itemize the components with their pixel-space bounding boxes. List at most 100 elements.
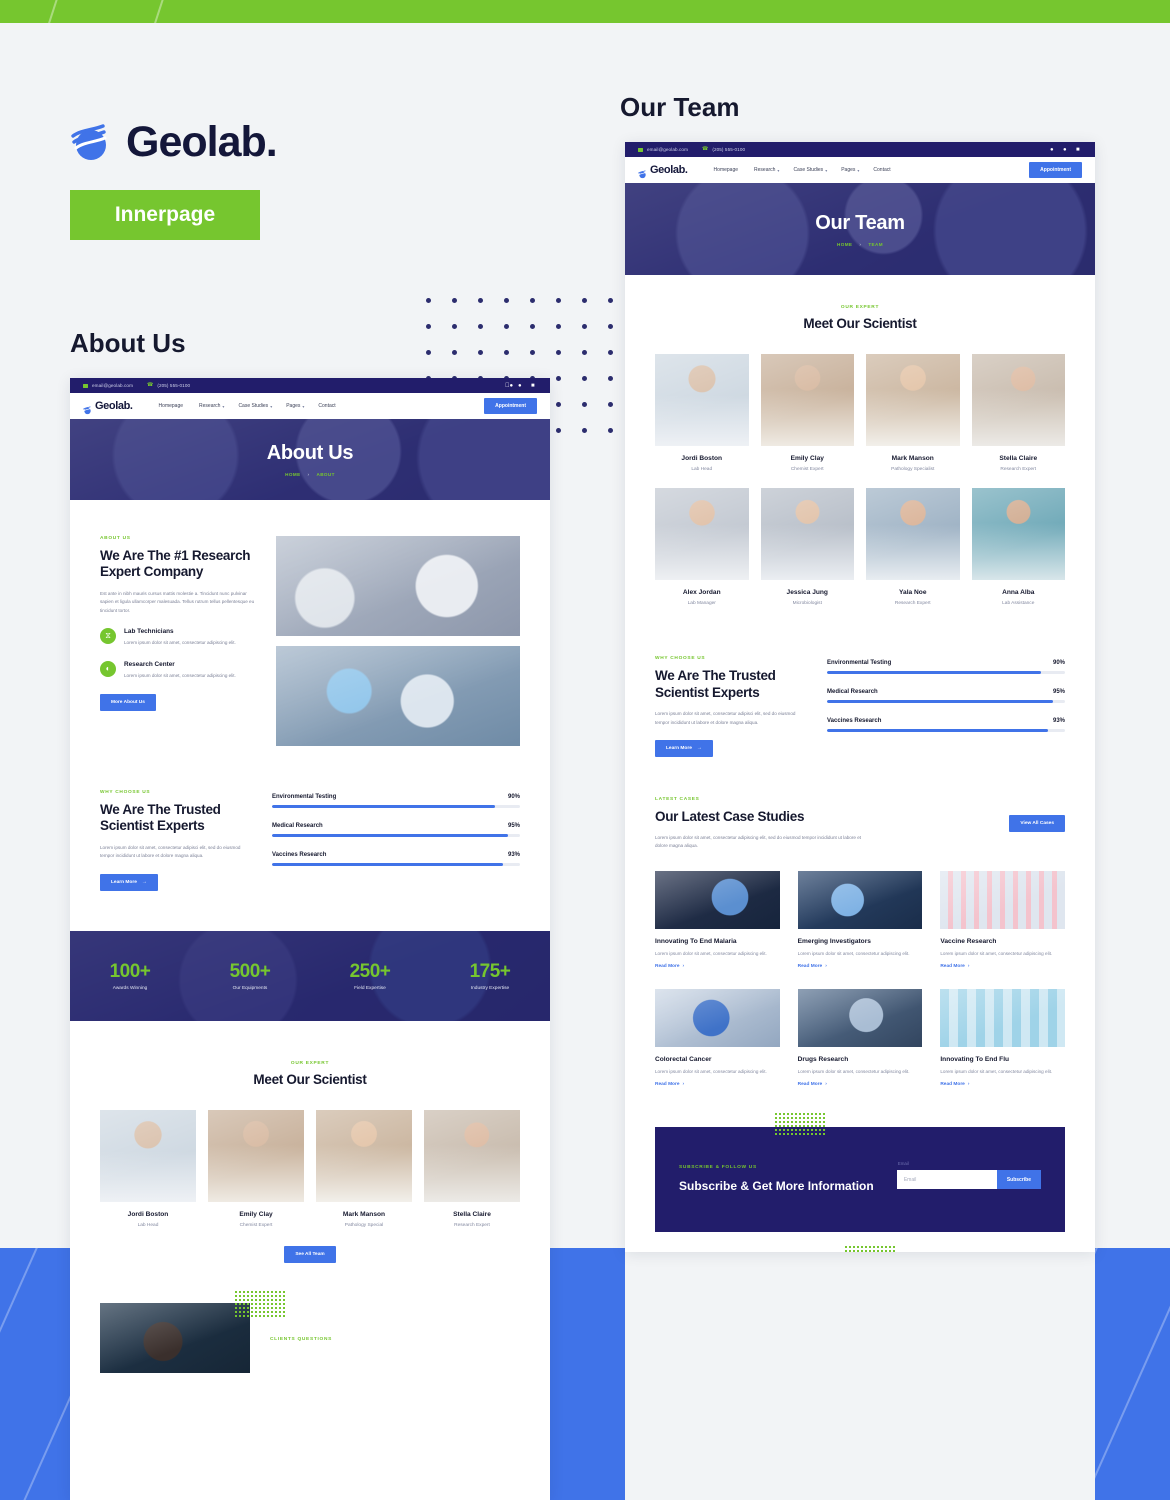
skill-value: 93%	[507, 852, 520, 858]
brand-logo-block: Geolab.	[70, 118, 278, 167]
skill-track	[272, 805, 520, 808]
see-all-team-button[interactable]: See All Team	[284, 1246, 336, 1264]
skill-fill	[272, 805, 496, 808]
read-more-link[interactable]: Read More ›	[655, 964, 780, 969]
nav-link-contact[interactable]: Contact	[873, 167, 892, 173]
counter-item: 100+ Awards Winning	[109, 960, 151, 991]
breadcrumb-separator: ›	[859, 241, 862, 247]
breadcrumb-home[interactable]: HOME	[837, 242, 852, 247]
avatar	[424, 1110, 520, 1203]
arrow-right-icon: →	[141, 879, 147, 885]
nav-link-homepage[interactable]: Homepage	[159, 403, 185, 409]
team-member-card[interactable]: Mark Manson Pathology Special	[316, 1110, 412, 1228]
breadcrumb: HOME › ABOUT	[285, 472, 335, 477]
topbar-phone[interactable]: ☎ (205) 555-0100	[147, 383, 190, 389]
facebook-icon[interactable]: ●	[1050, 147, 1056, 153]
appointment-button[interactable]: Appointment	[1029, 162, 1082, 178]
twitter-icon[interactable]: ●	[518, 383, 524, 389]
about-hero-title: About Us	[266, 442, 354, 464]
read-more-link[interactable]: Read More ›	[940, 964, 1065, 969]
skill-track	[827, 729, 1065, 733]
learn-more-button[interactable]: Learn More →	[655, 740, 713, 758]
skills-eyebrow: WHY CHOOSE US	[655, 656, 706, 662]
avatar	[760, 354, 854, 447]
nav-link-pages[interactable]: Pages ▾	[841, 167, 859, 173]
avatar	[760, 488, 854, 581]
team-member-card[interactable]: Stella Claire Research Expert	[971, 354, 1065, 472]
facebook-icon[interactable]: ●	[505, 383, 513, 389]
subscribe-section: SUBSCRIBE & FOLLOW US Subscribe & Get Mo…	[655, 1113, 1065, 1252]
twitter-icon[interactable]: ●	[1063, 147, 1069, 153]
skills-bar-chart: Environmental Testing 90% Medical Resear…	[272, 790, 520, 891]
view-all-cases-button[interactable]: View All Cases	[1009, 815, 1065, 833]
team-member-card[interactable]: Anna Alba Lab Assistance	[971, 488, 1065, 606]
nav-link-case-studies[interactable]: Case Studies ▾	[793, 167, 827, 173]
nav-link-research[interactable]: Research ▾	[754, 167, 779, 173]
nav-link-case-studies[interactable]: Case Studies ▾	[238, 403, 272, 409]
case-card[interactable]: Emerging Investigators Lorem ipsum dolor …	[797, 870, 923, 969]
topbar-email[interactable]: email@geolab.com	[638, 147, 688, 152]
case-card[interactable]: Drugs Research Lorem ipsum dolor sit amet…	[797, 989, 923, 1087]
more-about-us-button[interactable]: More About Us	[100, 694, 156, 712]
skill-row: Vaccines Research 93%	[272, 852, 520, 866]
about-image-lab-2	[276, 646, 520, 746]
about-team-header: OUR EXPERT Meet Our Scientist	[100, 1061, 520, 1088]
nav-link-contact[interactable]: Contact	[318, 403, 337, 409]
nav-link-pages[interactable]: Pages ▾	[286, 403, 304, 409]
nav-link-homepage[interactable]: Homepage	[714, 167, 740, 173]
team-member-card[interactable]: Yala Noe Research Expert	[866, 488, 960, 606]
subscribe-button[interactable]: Subscribe	[996, 1170, 1041, 1190]
read-more-link[interactable]: Read More ›	[940, 1082, 1065, 1087]
about-heading: We Are The #1 Research Expert Company	[100, 548, 251, 580]
team-member-card[interactable]: Emily Clay Chemist Expert	[760, 354, 854, 472]
team-member-card[interactable]: Jessica Jung Microbiologist	[760, 488, 854, 606]
skill-track	[827, 671, 1065, 675]
topbar-phone[interactable]: ☎ (205) 555-0100	[702, 147, 745, 153]
team-page-mockup: email@geolab.com ☎ (205) 555-0100 ● ● ■ …	[625, 142, 1095, 1252]
case-card[interactable]: Colorectal Cancer Lorem ipsum dolor sit a…	[655, 989, 780, 1087]
skill-label: Medical Research	[272, 823, 323, 829]
cases-heading: Our Latest Case Studies	[655, 809, 805, 825]
avatar	[971, 354, 1065, 447]
team-member-card[interactable]: Mark Manson Pathology Specialist	[866, 354, 960, 472]
youtube-icon[interactable]: ■	[1076, 147, 1082, 153]
case-card[interactable]: Innovating To End Malaria Lorem ipsum dol…	[655, 870, 780, 969]
breadcrumb-home[interactable]: HOME	[285, 472, 300, 477]
navbar-brand[interactable]: Geolab.	[638, 164, 688, 178]
team-member-card[interactable]: Emily Clay Chemist Expert	[208, 1110, 304, 1228]
faq-image	[100, 1303, 250, 1374]
learn-more-button[interactable]: Learn More →	[100, 873, 158, 891]
team-member-card[interactable]: Stella Claire Research Expert	[424, 1110, 520, 1228]
about-faq-teaser: CLIENTS QUESTIONS	[100, 1291, 520, 1374]
read-more-link[interactable]: Read More ›	[655, 1082, 780, 1087]
cases-body: Lorem ipsum dolor sit amet, consectetur …	[655, 834, 862, 849]
team-member-card[interactable]: Jordi Boston Lab Head	[100, 1110, 196, 1228]
feature-title: Lab Technicians	[124, 628, 174, 636]
team-header: OUR EXPERT Meet Our Scientist	[655, 305, 1065, 332]
team-member-card[interactable]: Alex Jordan Lab Manager	[655, 488, 749, 606]
read-more-link[interactable]: Read More ›	[798, 1082, 923, 1087]
subscribe-eyebrow: SUBSCRIBE & FOLLOW US	[679, 1165, 757, 1171]
subscribe-heading: Subscribe & Get More Information	[679, 1179, 874, 1194]
case-card[interactable]: Vaccine Research Lorem ipsum dolor sit am…	[940, 870, 1065, 969]
read-more-link[interactable]: Read More ›	[798, 964, 923, 969]
team-eyebrow: OUR EXPERT	[290, 1060, 330, 1066]
nav-link-research[interactable]: Research ▾	[199, 403, 224, 409]
chevron-down-icon: ▾	[857, 167, 860, 173]
topbar-email-text: email@geolab.com	[647, 147, 688, 152]
navbar-brand[interactable]: Geolab.	[83, 400, 133, 414]
feature-text: Lorem ipsum dolor sit amet, consectetur …	[124, 640, 236, 646]
chevron-down-icon: ▾	[777, 167, 780, 173]
team-member-card[interactable]: Jordi Boston Lab Head	[655, 354, 749, 472]
envelope-icon	[638, 147, 643, 152]
youtube-icon[interactable]: ■	[531, 383, 537, 389]
arrow-right-icon: →	[696, 746, 702, 752]
skill-label: Environmental Testing	[272, 794, 337, 800]
skill-fill	[272, 834, 508, 837]
avatar	[866, 354, 960, 447]
email-input[interactable]: Email	[896, 1170, 997, 1190]
appointment-button[interactable]: Appointment	[484, 398, 537, 414]
case-card[interactable]: Innovating To End Flu Lorem ipsum dolor s…	[940, 989, 1065, 1087]
about-eyebrow: ABOUT US	[100, 536, 131, 541]
topbar-email[interactable]: email@geolab.com	[83, 383, 133, 388]
